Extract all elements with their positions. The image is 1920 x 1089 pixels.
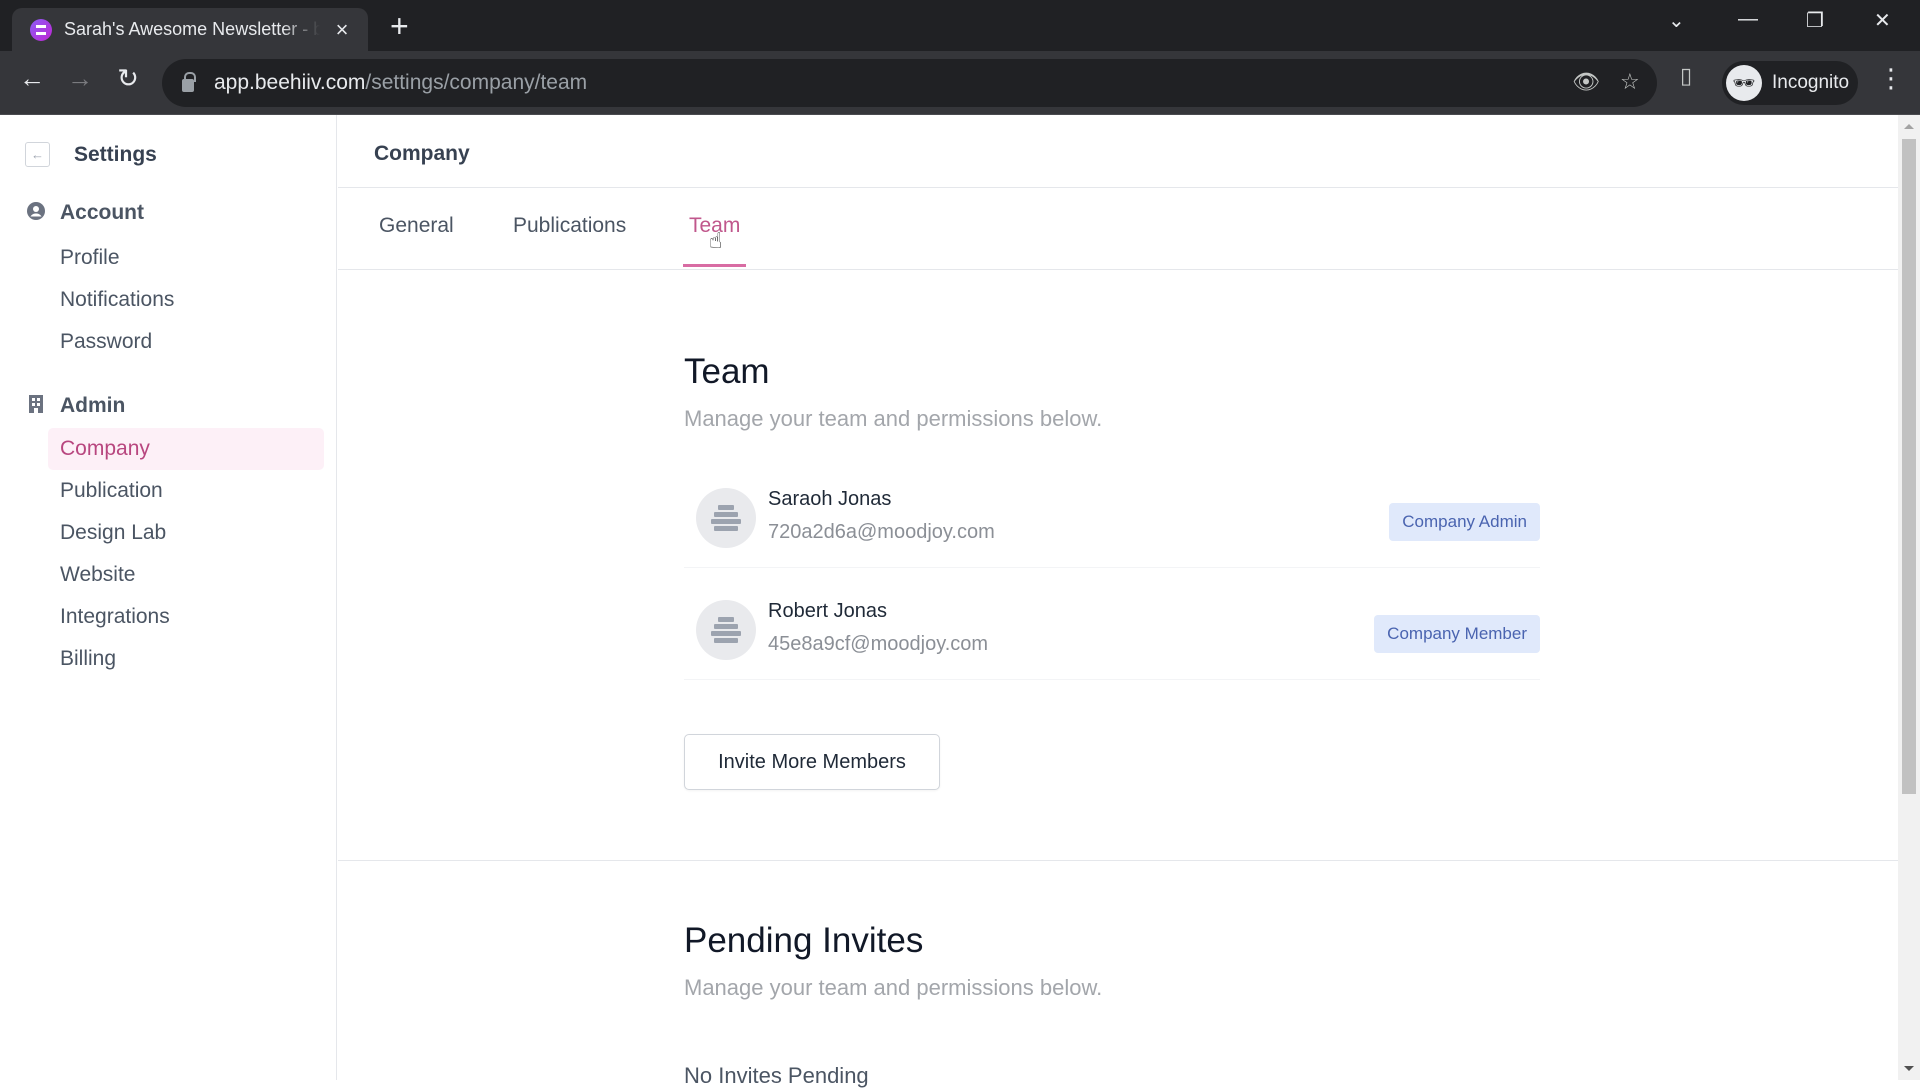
sidebar-item-profile[interactable]: Profile	[48, 237, 324, 279]
scrollbar-thumb[interactable]	[1902, 139, 1916, 794]
hand-cursor-icon: ☝	[709, 228, 723, 253]
section-admin: Admin	[26, 394, 125, 418]
browser-tab-bar: Sarah's Awesome Newsletter - beehiiv × +…	[0, 0, 1920, 51]
forward-icon[interactable]: →	[62, 63, 98, 94]
member-email: 45e8a9cf@moodjoy.com	[768, 633, 989, 655]
minimize-icon[interactable]: —	[1738, 8, 1758, 31]
bookmark-star-icon[interactable]: ☆	[1620, 69, 1640, 95]
back-icon[interactable]: ←	[14, 63, 50, 94]
invite-more-members-button[interactable]: Invite More Members	[684, 734, 940, 790]
building-icon	[26, 394, 46, 418]
team-section: Team Manage your team and permissions be…	[684, 352, 1544, 790]
beehiiv-favicon-icon	[30, 18, 52, 41]
sidebar-item-notifications[interactable]: Notifications	[48, 279, 324, 321]
sidebar-item-integrations[interactable]: Integrations	[48, 596, 324, 638]
sidebar-title: Settings	[74, 143, 157, 166]
browser-menu-icon[interactable]: ⋮	[1878, 63, 1904, 94]
tab-general[interactable]: General	[379, 214, 454, 264]
pending-invites-section: Pending Invites Manage your team and per…	[684, 921, 1544, 1089]
avatar	[696, 600, 756, 660]
browser-toolbar: ← → ↻ app.beehiiv.com/settings/company/t…	[0, 51, 1920, 115]
user-circle-icon	[26, 201, 46, 225]
section-account: Account	[26, 201, 144, 225]
restore-icon[interactable]: ❐	[1806, 8, 1824, 33]
member-name: Robert Jonas	[768, 600, 887, 622]
new-tab-button[interactable]: +	[390, 10, 409, 42]
section-admin-label: Admin	[60, 394, 126, 417]
scroll-up-arrow-icon[interactable]	[1904, 124, 1914, 129]
team-subtitle: Manage your team and permissions below.	[684, 406, 1103, 431]
tracking-protection-eye-off-icon[interactable]: 👁	[1572, 69, 1600, 95]
url-host: app.beehiiv.com	[214, 71, 366, 94]
profile-label: Incognito	[1772, 72, 1850, 93]
role-badge: Company Member	[1374, 615, 1540, 653]
team-member-row: Saraoh Jonas 720a2d6a@moodjoy.com Compan…	[684, 466, 1540, 568]
tab-close-icon[interactable]: ×	[330, 17, 354, 43]
role-badge: Company Admin	[1389, 503, 1540, 541]
page-title: Company	[338, 115, 1898, 188]
team-member-row: Robert Jonas 45e8a9cf@moodjoy.com Compan…	[684, 578, 1540, 680]
scroll-down-arrow-icon[interactable]	[1904, 1066, 1914, 1071]
sidebar-item-publication[interactable]: Publication	[48, 470, 324, 512]
pending-invites-subtitle: Manage your team and permissions below.	[684, 975, 1103, 1000]
incognito-icon: 🕶	[1726, 65, 1762, 101]
section-divider	[338, 860, 1898, 861]
lock-icon[interactable]	[182, 72, 196, 92]
section-account-label: Account	[60, 201, 144, 224]
page-scrollbar[interactable]	[1898, 115, 1920, 1080]
sidebar-item-company[interactable]: Company	[48, 428, 324, 470]
url-path: /settings/company/team	[365, 71, 588, 94]
tab-title: Sarah's Awesome Newsletter - beehiiv	[64, 19, 320, 39]
main-content: Company General Publications Team Team M…	[338, 115, 1898, 1088]
reload-icon[interactable]: ↻	[110, 63, 146, 94]
sidebar-back-button[interactable]: ←	[25, 142, 50, 167]
window-close-icon[interactable]: ✕	[1874, 8, 1891, 33]
settings-sidebar: ← Settings Account Profile Notifications…	[0, 115, 337, 1080]
tab-search-icon[interactable]: ⌄	[1668, 8, 1685, 33]
member-email: 720a2d6a@moodjoy.com	[768, 521, 995, 543]
avatar	[696, 488, 756, 548]
browser-tab[interactable]: Sarah's Awesome Newsletter - beehiiv ×	[12, 8, 368, 51]
sidebar-item-password[interactable]: Password	[48, 321, 324, 363]
address-bar[interactable]: app.beehiiv.com/settings/company/team 👁 …	[162, 59, 1657, 107]
page: ← Settings Account Profile Notifications…	[0, 115, 1898, 1088]
company-tabs: General Publications Team	[338, 188, 1898, 270]
sidebar-item-billing[interactable]: Billing	[48, 638, 324, 680]
member-name: Saraoh Jonas	[768, 488, 892, 510]
no-invites-text: No Invites Pending	[684, 1063, 869, 1088]
side-panel-icon[interactable]: ▯	[1680, 63, 1692, 89]
sidebar-item-website[interactable]: Website	[48, 554, 324, 596]
sidebar-item-design-lab[interactable]: Design Lab	[48, 512, 324, 554]
tab-publications[interactable]: Publications	[513, 214, 626, 264]
team-heading: Team	[684, 352, 770, 391]
pending-invites-heading: Pending Invites	[684, 921, 924, 960]
incognito-profile-button[interactable]: 🕶 Incognito	[1722, 61, 1858, 105]
